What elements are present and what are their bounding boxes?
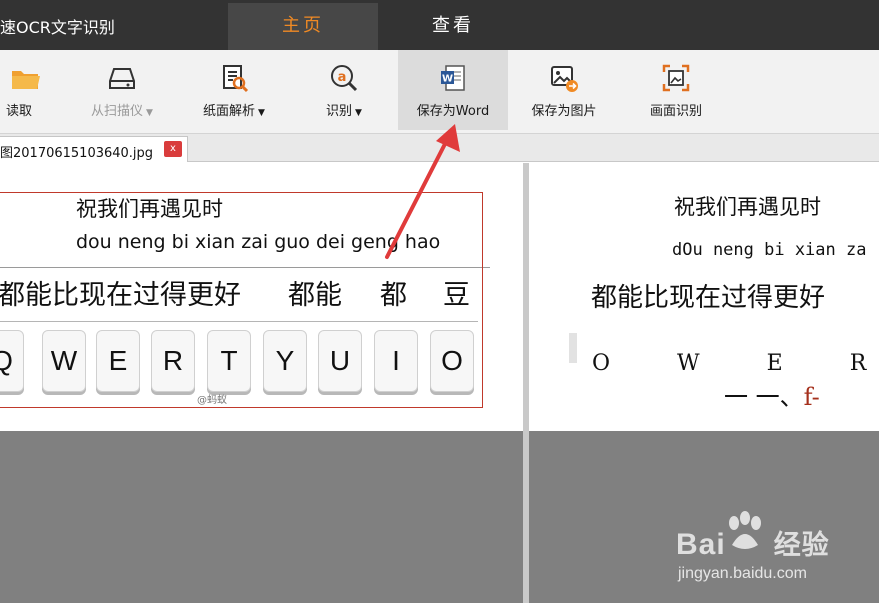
ribbon-toolbar: 读取 从扫描仪 ▼ 纸面解析 ▼ a 识别 ▼ W 保存为Word 保存为图片 …: [0, 50, 879, 134]
title-bar: 速OCR文字识别 主页 查看: [0, 0, 879, 50]
result-text-line2: dOu neng bi xian za: [672, 240, 867, 260]
result-text-line3: 都能比现在过得更好: [591, 283, 826, 313]
image-view-panel[interactable]: 祝我们再遇见时 dou neng bi xian zai guo dei gen…: [0, 163, 523, 603]
screen-capture-button-label: 画面识别: [649, 104, 702, 119]
result-text-line1: 祝我们再遇见时: [674, 195, 821, 219]
recognize-icon: a: [331, 65, 358, 92]
open-button[interactable]: 读取: [0, 50, 40, 130]
result-text-keys: O W E R T Y: [592, 351, 879, 376]
tab-view[interactable]: 查看: [378, 3, 528, 50]
close-tab-icon[interactable]: x: [164, 141, 182, 157]
baidu-jingyan-watermark: Bai 经验 jingyan.baidu.com: [672, 507, 872, 587]
document-tab-name: 图20170615103640.jpg: [0, 146, 154, 161]
app-title: 速OCR文字识别: [0, 18, 115, 37]
source-image: 祝我们再遇见时 dou neng bi xian zai guo dei gen…: [0, 163, 523, 431]
page-analysis-icon: [223, 65, 249, 93]
word-icon: W: [441, 65, 465, 91]
save-as-image-button[interactable]: 保存为图片: [522, 50, 606, 130]
save-as-image-button-label: 保存为图片: [531, 104, 597, 119]
folder-icon: [12, 71, 40, 89]
watermark-url: jingyan.baidu.com: [678, 565, 807, 582]
result-document: 祝我们再遇见时 dOu neng bi xian za 都能比现在过得更好 O …: [529, 163, 879, 431]
save-as-word-button-label: 保存为Word: [416, 104, 490, 119]
screen-capture-icon: [662, 64, 690, 92]
recognize-button-label: 识别 ▼: [326, 104, 362, 119]
document-tab-strip: 图20170615103640.jpg x: [0, 134, 879, 162]
open-button-label: 读取: [5, 104, 32, 119]
result-text-garbled: 一 一、f-: [724, 383, 820, 411]
scanner-icon: [109, 68, 135, 89]
recognize-button[interactable]: a 识别 ▼: [304, 50, 384, 130]
result-noise: [569, 333, 577, 363]
page-analysis-button[interactable]: 纸面解析 ▼: [192, 50, 276, 130]
document-tab[interactable]: 图20170615103640.jpg x: [0, 136, 188, 162]
scanner-button-label: 从扫描仪 ▼: [91, 104, 153, 119]
save-as-word-button[interactable]: W 保存为Word: [398, 50, 508, 130]
recognition-region-box[interactable]: [0, 192, 483, 408]
tab-home[interactable]: 主页: [228, 3, 378, 50]
save-image-icon: [551, 66, 578, 92]
screen-capture-button[interactable]: 画面识别: [634, 50, 718, 130]
watermark-logo: Bai 经验: [676, 528, 830, 561]
svg-text:a: a: [338, 70, 347, 85]
scanner-button[interactable]: 从扫描仪 ▼: [82, 50, 162, 130]
svg-text:W: W: [442, 74, 453, 85]
page-analysis-button-label: 纸面解析 ▼: [203, 104, 265, 119]
